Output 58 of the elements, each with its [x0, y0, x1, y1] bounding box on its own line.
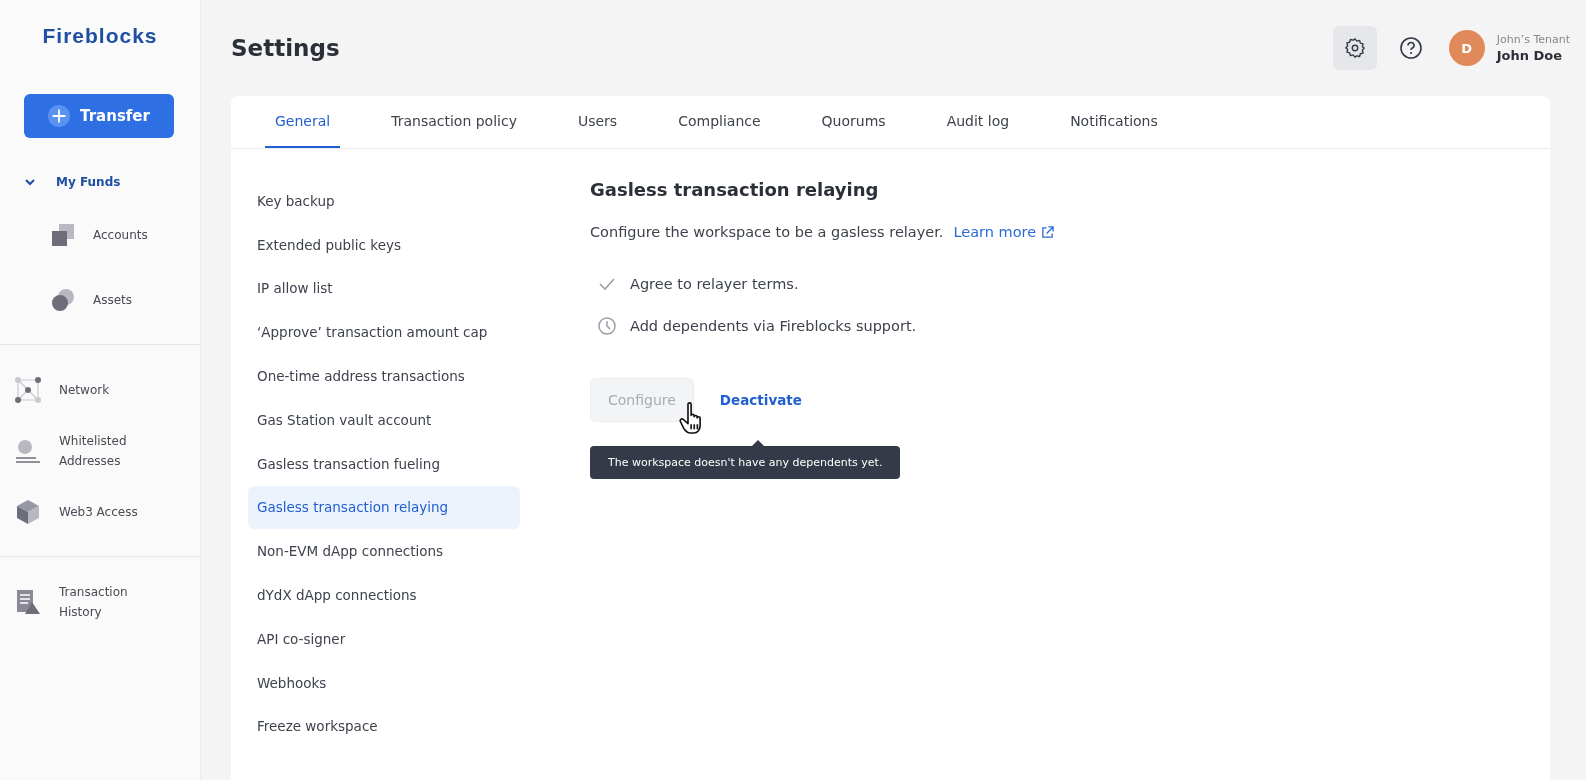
nav-item[interactable]: My Funds — [0, 164, 200, 200]
settings-icon — [1343, 37, 1366, 59]
user-name: John Doe — [1496, 48, 1564, 63]
tab[interactable]: Audit log — [936, 96, 1020, 148]
nav-label: Web3 Access — [59, 503, 139, 521]
tab[interactable]: Notifications — [1060, 96, 1168, 148]
nav-label: My Funds — [56, 175, 121, 189]
nav-label: Network — [59, 381, 111, 399]
tooltip: The workspace doesn't have any dependents yet. — [590, 446, 901, 479]
step-label: Agree to relayer terms. — [630, 276, 799, 292]
settings-menu-item[interactable]: Gasless transaction fueling — [248, 441, 520, 486]
nav-item[interactable]: Whitelisted Addresses — [0, 420, 200, 481]
settings-menu-item[interactable]: Freeze workspace — [248, 704, 520, 749]
tooltip-pointer-icon — [752, 440, 764, 446]
settings-menu-item[interactable]: Gasless transaction relaying — [248, 485, 520, 530]
external-link-icon — [1041, 225, 1055, 239]
nav-label: Whitelisted Addresses — [59, 432, 128, 470]
nav-item[interactable]: Accounts — [0, 204, 200, 265]
settings-menu-item[interactable]: ‘Approve’ transaction amount cap — [248, 310, 520, 355]
deactivate-link[interactable]: Deactivate — [719, 392, 802, 408]
learn-more-link[interactable]: Learn more — [953, 224, 1055, 240]
stacked-squares-icon — [51, 222, 75, 247]
help-icon — [1398, 36, 1423, 60]
section-title: Gasless transaction relaying — [590, 179, 880, 200]
settings-menu-item[interactable]: Gas Station vault account — [248, 398, 520, 442]
network-icon — [14, 375, 42, 404]
nav-label: Assets — [93, 292, 133, 307]
plus-icon — [48, 105, 71, 127]
settings-menu-item[interactable]: API co-signer — [248, 616, 520, 661]
tab[interactable]: Transaction policy — [381, 96, 527, 148]
tab[interactable]: Quorums — [811, 96, 896, 148]
tab[interactable]: General — [265, 96, 341, 148]
settings-menu-item[interactable]: dYdX dApp connections — [248, 573, 520, 617]
tenant-name: John’s Tenant — [1496, 33, 1570, 46]
page-title: Settings — [231, 35, 340, 61]
nav-item[interactable]: Network — [0, 359, 200, 420]
transfer-button[interactable]: Transfer — [24, 94, 174, 138]
settings-menu-item[interactable]: Webhooks — [248, 660, 520, 705]
logo: Fireblocks — [41, 24, 159, 48]
settings-button[interactable] — [1332, 26, 1377, 70]
circles-icon — [51, 287, 75, 312]
tab[interactable]: Users — [567, 96, 628, 148]
tab[interactable]: Compliance — [668, 96, 771, 148]
settings-menu-item[interactable]: One-time address transactions — [248, 354, 520, 398]
cube-icon — [14, 497, 42, 526]
nav-item[interactable]: Assets — [0, 269, 200, 330]
nav-item[interactable]: Web3 Access — [0, 481, 200, 542]
document-icon — [14, 587, 42, 616]
step-label: Add dependents via Fireblocks support. — [630, 318, 917, 334]
settings-menu-item[interactable]: IP allow list — [248, 266, 520, 311]
nav-label: Accounts — [93, 227, 148, 242]
clock-icon — [597, 316, 617, 336]
settings-menu-item[interactable]: Key backup — [248, 179, 520, 223]
section-description: Configure the workspace to be a gasless relayer. — [590, 224, 944, 240]
settings-menu-item[interactable]: Extended public keys — [248, 222, 520, 267]
nav-item[interactable]: Transaction History — [0, 571, 200, 632]
settings-menu-item[interactable]: Non-EVM dApp connections — [248, 529, 520, 574]
nav-label: Transaction History — [59, 583, 129, 621]
